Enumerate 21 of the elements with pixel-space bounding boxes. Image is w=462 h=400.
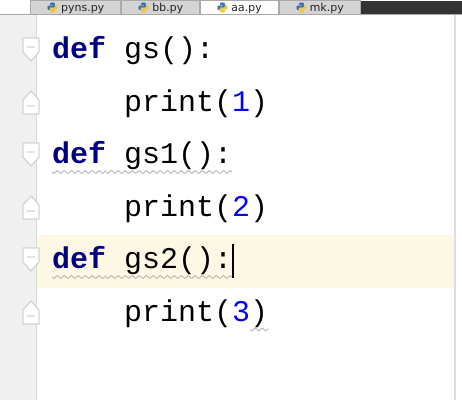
- python-icon: [296, 2, 307, 13]
- code-line: def gs():: [52, 34, 214, 68]
- file-tab[interactable]: mk.py: [278, 0, 361, 14]
- file-tab[interactable]: pyns.py: [30, 0, 122, 14]
- fold-marker-icon[interactable]: [22, 37, 40, 62]
- fold-marker-icon[interactable]: [22, 90, 40, 114]
- fold-marker-icon[interactable]: [22, 300, 40, 324]
- code-line: def gs2():: [52, 244, 232, 278]
- text-cursor: [232, 244, 234, 278]
- fold-marker-icon[interactable]: [22, 142, 40, 167]
- python-icon: [217, 2, 228, 13]
- code-line: print(3): [123, 296, 268, 331]
- fold-marker-icon[interactable]: [22, 247, 40, 272]
- fold-marker-icon[interactable]: [22, 194, 40, 220]
- python-icon: [47, 2, 58, 13]
- code-line: print(1): [123, 86, 268, 121]
- code-line: def gs1():: [52, 139, 232, 174]
- file-tab[interactable]: bb.py: [121, 0, 200, 14]
- file-tab[interactable]: aa.py: [200, 0, 279, 14]
- python-icon: [138, 2, 150, 13]
- code-line: print(2): [123, 192, 268, 226]
